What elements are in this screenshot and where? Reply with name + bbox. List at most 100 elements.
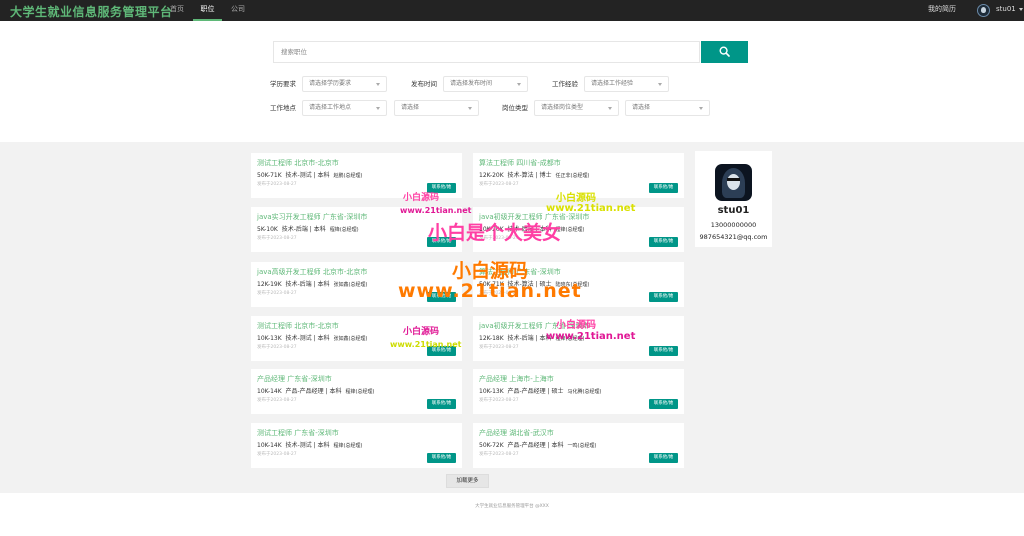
contact-button[interactable]: 联系他/她 [649,399,678,409]
location-select[interactable]: 请选择工作地点 [302,100,387,116]
job-contact: 张如鑫(总经理) [333,282,368,288]
job-card[interactable]: 算法工程师 广东省-深圳市 50K-71K 技术-算法 | 硕士 陆晓东(总经理) 发… [473,262,684,307]
job-title[interactable]: 算法工程师 四川省-成都市 [479,158,561,168]
job-meta: 10K-20K 技术-后端 | 本科 程锋(总经理) [479,226,585,233]
job-card[interactable]: 产品经理 广东省-深圳市 10K-14K 产品-产品经理 | 本科 程锋(总经理) 发… [251,369,462,414]
location-sub-select[interactable]: 请选择 [394,100,479,116]
job-contact: 程锋(总经理) [345,389,375,395]
job-card[interactable]: 测试工程师 北京市-北京市 50K-71K 技术-测试 | 本科 赵鹏(总经理) 发布… [251,153,462,198]
job-title[interactable]: 产品经理 上海市-上海市 [479,374,554,384]
brand-title[interactable]: 大学生就业信息服务管理平台 [10,3,173,20]
education-select-value: 请选择学历要求 [309,80,352,87]
footer-text: 大学生就业信息服务管理平台 @XXX [475,504,549,509]
job-contact: 赵鹏(总经理) [333,173,363,179]
job-meta: 12K-20K 技术-算法 | 博士 任正非(总经理) [479,172,590,179]
job-meta: 12K-18K 技术-后端 | 本科 程锋(总经理) [479,335,585,342]
job-date: 发布于2023-08-27 [479,236,519,241]
contact-button[interactable]: 联系他/她 [427,292,456,302]
job-salary: 12K-19K [257,281,282,288]
job-education: 本科 [539,226,552,233]
job-contact: 程锋(总经理) [333,443,363,449]
job-card[interactable]: 产品经理 上海市-上海市 10K-13K 产品-产品经理 | 硕士 马化腾(总经理)… [473,369,684,414]
contact-button[interactable]: 联系他/她 [649,292,678,302]
search-button[interactable] [701,41,748,63]
contact-button[interactable]: 联系他/她 [649,237,678,247]
job-card[interactable]: 算法工程师 四川省-成都市 12K-20K 技术-算法 | 博士 任正非(总经理) 发… [473,153,684,198]
search-input[interactable] [273,41,700,63]
contact-button[interactable]: 联系他/她 [649,183,678,193]
job-date: 发布于2023-08-27 [479,182,519,187]
contact-button[interactable]: 联系他/她 [427,346,456,356]
job-title[interactable]: 测试工程师 广东省-深圳市 [257,428,339,438]
chevron-down-icon [468,107,472,110]
nav-companies[interactable]: 公司 [227,0,249,21]
job-education: 硕士 [539,281,552,288]
job-meta: 5K-10K 技术-后端 | 本科 程锋(总经理) [257,226,359,233]
user-menu[interactable]: stu01 [996,0,1023,21]
experience-select[interactable]: 请选择工作经验 [584,76,669,92]
job-title[interactable]: 测试工程师 北京市-北京市 [257,321,339,331]
job-title[interactable]: java高级开发工程师 北京市-北京市 [257,267,367,277]
job-salary: 10K-14K [257,442,282,449]
job-type-sub-select[interactable]: 请选择 [625,100,710,116]
contact-button[interactable]: 联系他/她 [427,237,456,247]
filter-label-publish-time: 发布时间 [411,80,437,88]
job-title[interactable]: 算法工程师 广东省-深圳市 [479,267,561,277]
top-nav: 大学生就业信息服务管理平台 首页 职位 公司 我的简历 stu01 [0,0,1024,21]
job-title[interactable]: 产品经理 广东省-深圳市 [257,374,332,384]
job-meta: 10K-13K 技术-测试 | 本科 张如鑫(总经理) [257,335,368,342]
publish-time-select[interactable]: 请选择发布时间 [443,76,528,92]
footer: 大学生就业信息服务管理平台 @XXX [0,493,1024,536]
job-title[interactable]: 测试工程师 北京市-北京市 [257,158,339,168]
job-meta: 10K-14K 产品-产品经理 | 本科 程锋(总经理) [257,388,375,395]
job-contact: 马化腾(总经理) [567,389,602,395]
job-card[interactable]: 产品经理 湖北省-武汉市 50K-72K 产品-产品经理 | 本科 一鸣(总经理) 发… [473,423,684,468]
job-date: 发布于2023-08-27 [257,345,297,350]
avatar[interactable] [977,4,990,17]
job-education: 本科 [551,442,564,449]
job-card[interactable]: 测试工程师 北京市-北京市 10K-13K 技术-测试 | 本科 张如鑫(总经理) 发… [251,316,462,361]
job-contact: 程锋(总经理) [329,227,359,233]
publish-time-select-value: 请选择发布时间 [450,80,493,87]
job-date: 发布于2023-08-27 [479,452,519,457]
job-card[interactable]: 测试工程师 广东省-深圳市 10K-14K 技术-测试 | 本科 程锋(总经理) 发布… [251,423,462,468]
job-meta: 10K-14K 技术-测试 | 本科 程锋(总经理) [257,442,363,449]
job-title[interactable]: java初级开发工程师 广东省-深圳市 [479,321,589,331]
job-category: 技术-测试 [285,442,312,449]
profile-username: stu01 [717,205,750,216]
nav-jobs[interactable]: 职位 [193,0,222,21]
job-type-select-value: 请选择岗位类型 [541,104,584,111]
job-education: 博士 [539,172,552,179]
avatar[interactable] [715,164,752,201]
job-title[interactable]: java实习开发工程师 广东省-深圳市 [257,212,367,222]
nav-home[interactable]: 首页 [166,0,188,21]
experience-select-value: 请选择工作经验 [591,80,634,87]
job-card[interactable]: java初级开发工程师 广东省-深圳市 10K-20K 技术-后端 | 本科 程锋(… [473,207,684,252]
job-contact: 任正非(总经理) [555,173,590,179]
job-card[interactable]: java高级开发工程师 北京市-北京市 12K-19K 技术-后端 | 本科 张如鑫… [251,262,462,307]
contact-button[interactable]: 联系他/她 [427,453,456,463]
job-meta: 10K-13K 产品-产品经理 | 硕士 马化腾(总经理) [479,388,602,395]
job-meta: 50K-71K 技术-算法 | 硕士 陆晓东(总经理) [479,281,590,288]
my-resume-link[interactable]: 我的简历 [928,0,956,21]
contact-button[interactable]: 联系他/她 [427,183,456,193]
job-contact: 程锋(总经理) [555,227,585,233]
job-title[interactable]: 产品经理 湖北省-武汉市 [479,428,554,438]
search-icon [719,46,730,57]
job-type-select[interactable]: 请选择岗位类型 [534,100,619,116]
username-label: stu01 [996,5,1016,13]
job-card[interactable]: java实习开发工程师 广东省-深圳市 5K-10K 技术-后端 | 本科 程锋(总… [251,207,462,252]
job-salary: 12K-20K [479,172,504,179]
load-more-button[interactable]: 加载更多 [446,474,489,488]
job-date: 发布于2023-08-27 [479,345,519,350]
contact-button[interactable]: 联系他/她 [649,453,678,463]
contact-button[interactable]: 联系他/她 [649,346,678,356]
job-card[interactable]: java初级开发工程师 广东省-深圳市 12K-18K 技术-后端 | 本科 程锋(… [473,316,684,361]
education-select[interactable]: 请选择学历要求 [302,76,387,92]
job-contact: 一鸣(总经理) [567,443,597,449]
contact-button[interactable]: 联系他/她 [427,399,456,409]
job-salary: 12K-18K [479,335,504,342]
job-contact: 张如鑫(总经理) [333,336,368,342]
job-title[interactable]: java初级开发工程师 广东省-深圳市 [479,212,589,222]
job-education: 本科 [329,388,342,395]
